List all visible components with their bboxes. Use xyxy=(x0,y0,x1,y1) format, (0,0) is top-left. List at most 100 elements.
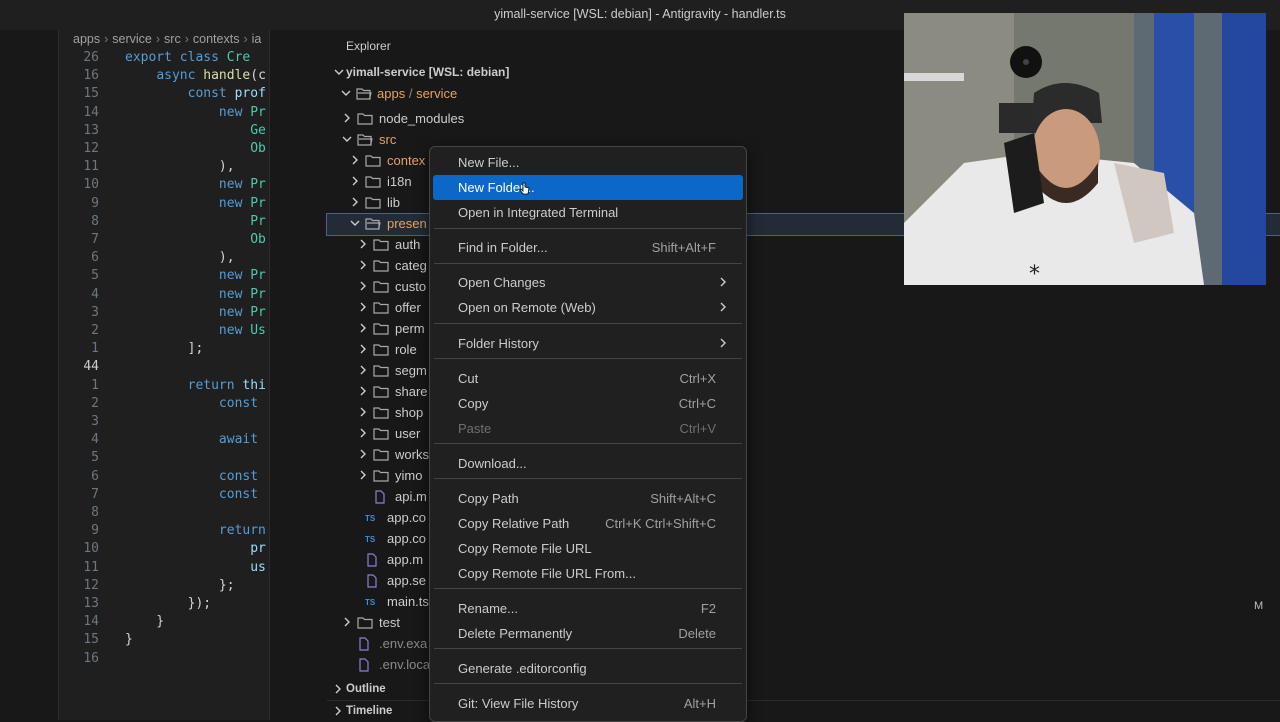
menu-item-new-folder[interactable]: New Folder... xyxy=(433,175,743,200)
code-text: pr xyxy=(250,541,266,557)
folder-icon xyxy=(373,469,389,483)
code-text: Ob xyxy=(250,232,266,247)
line-number: 3 xyxy=(91,414,99,429)
code-line: 12 }; xyxy=(59,578,269,596)
line-number: 9 xyxy=(91,195,99,211)
menu-item-copy-relative-path[interactable]: Copy Relative Path Ctrl+K Ctrl+Shift+C xyxy=(433,511,743,536)
menu-item-folder-history[interactable]: Folder History xyxy=(433,331,743,356)
tree-item-label: .env.loca xyxy=(379,657,431,672)
menu-separator xyxy=(434,443,742,444)
menu-item-shortcut: Shift+Alt+C xyxy=(650,491,716,506)
breadcrumb-item[interactable]: src xyxy=(164,32,181,46)
chevron-right-icon xyxy=(352,197,358,207)
folder-label: apps / service xyxy=(377,86,458,101)
breadcrumb-item[interactable]: contexts xyxy=(193,32,240,46)
menu-item-download[interactable]: Download... xyxy=(433,451,743,476)
code-text: export class Cre xyxy=(125,50,251,65)
code-editor[interactable]: apps › service › src › contexts › ia 26 export cl… xyxy=(59,30,269,720)
tree-item-label: main.ts xyxy=(387,594,429,609)
tree-item-label: share xyxy=(395,384,428,399)
menu-item-rename[interactable]: Rename... F2 xyxy=(433,596,743,621)
code-line: 26 export class Cre xyxy=(59,50,269,68)
menu-item-copy-remote-file-url-from[interactable]: Copy Remote File URL From... xyxy=(433,561,743,586)
chevron-right-icon: › xyxy=(243,32,248,46)
chevron-right-icon xyxy=(352,155,358,165)
editor-minimap-area xyxy=(270,30,327,720)
code-line: 2 const xyxy=(59,396,269,414)
code-line: 5 new Pr xyxy=(59,268,269,286)
folder-icon xyxy=(373,322,389,336)
tree-item-label: test xyxy=(379,615,400,630)
line-number: 9 xyxy=(91,523,99,539)
menu-item-cut[interactable]: Cut Ctrl+X xyxy=(433,366,743,391)
tree-item-label: perm xyxy=(395,321,425,336)
menu-item-copy-path[interactable]: Copy Path Shift+Alt+C xyxy=(433,486,743,511)
menu-item-new-file[interactable]: New File... xyxy=(433,150,743,175)
menu-item-generate-editorconfig[interactable]: Generate .editorconfig xyxy=(433,656,743,681)
menu-item-label: Copy xyxy=(458,396,489,411)
line-number: 14 xyxy=(83,614,99,630)
folder-icon xyxy=(373,427,389,441)
line-number: 4 xyxy=(91,432,99,448)
code-text: const prof xyxy=(187,86,266,102)
menu-item-copy[interactable]: Copy Ctrl+C xyxy=(433,391,743,416)
timeline-label: Timeline xyxy=(346,705,393,717)
chevron-right-icon xyxy=(720,277,726,287)
tree-item-label: user xyxy=(395,426,421,441)
chevron-right-icon xyxy=(360,449,366,459)
chevron-right-icon xyxy=(360,344,366,354)
menu-separator xyxy=(434,648,742,649)
hand-cursor-icon xyxy=(519,182,530,195)
menu-item-open-in-integrated-terminal[interactable]: Open in Integrated Terminal xyxy=(433,200,743,225)
chevron-right-icon: › xyxy=(184,32,189,46)
menu-item-git-view-file-history[interactable]: Git: View File History Alt+H xyxy=(433,691,743,716)
menu-item-find-in-folder[interactable]: Find in Folder... Shift+Alt+F xyxy=(433,235,743,260)
line-number: 4 xyxy=(91,286,99,302)
breadcrumb-item[interactable]: apps xyxy=(73,32,100,46)
menu-item-label: Delete Permanently xyxy=(458,626,573,641)
code-line: 9 new Pr xyxy=(59,196,269,214)
line-number: 10 xyxy=(83,541,99,557)
webcam-overlay: * xyxy=(904,13,1266,285)
code-line: 1 return thi xyxy=(59,378,269,396)
typescript-file-icon: TS xyxy=(365,514,376,523)
chevron-right-icon xyxy=(360,428,366,438)
menu-item-open-changes[interactable]: Open Changes xyxy=(433,270,743,295)
chevron-right-icon xyxy=(335,706,341,716)
menu-item-shortcut: F2 xyxy=(700,601,716,616)
menu-item-label: Download... xyxy=(458,456,527,471)
menu-item-delete-permanently[interactable]: Delete Permanently Delete xyxy=(433,621,743,646)
line-number: 12 xyxy=(83,577,99,593)
code-text: new Pr xyxy=(218,268,266,284)
code-line: 7 const xyxy=(59,487,269,505)
chevron-right-icon xyxy=(335,684,341,694)
line-number: 3 xyxy=(91,304,99,320)
tree-item-label: lib xyxy=(387,195,401,210)
menu-item-open-on-remote-web[interactable]: Open on Remote (Web) xyxy=(433,295,743,320)
menu-separator xyxy=(434,588,742,589)
tree-item-label: role xyxy=(395,342,417,357)
code-line: 3 xyxy=(59,414,269,432)
code-line: 8 xyxy=(59,505,269,523)
code-text: new Pr xyxy=(218,286,266,302)
code-text: await xyxy=(218,432,259,448)
context-menu: New File... New Folder... Open in Integrat… xyxy=(429,146,747,722)
code-text: Ge xyxy=(250,122,266,138)
menu-item-label: Paste xyxy=(458,421,492,436)
code-text: new Pr xyxy=(218,304,266,320)
chevron-right-icon xyxy=(720,338,726,348)
folder-icon xyxy=(373,343,389,357)
line-number: 16 xyxy=(83,650,99,666)
chevron-down-icon xyxy=(334,69,344,75)
menu-item-copy-remote-file-url[interactable]: Copy Remote File URL xyxy=(433,536,743,561)
code-text: return xyxy=(218,523,266,539)
chevron-right-icon xyxy=(360,386,366,396)
chevron-right-icon xyxy=(360,260,366,270)
code-line: 15} xyxy=(59,632,269,650)
breadcrumb-item[interactable]: ia xyxy=(252,32,262,46)
tree-item-label: contex xyxy=(387,153,426,168)
line-number: 12 xyxy=(83,141,99,156)
tree-item-label: presen xyxy=(387,216,427,231)
breadcrumb-item[interactable]: service xyxy=(112,32,152,46)
menu-separator xyxy=(434,323,742,324)
